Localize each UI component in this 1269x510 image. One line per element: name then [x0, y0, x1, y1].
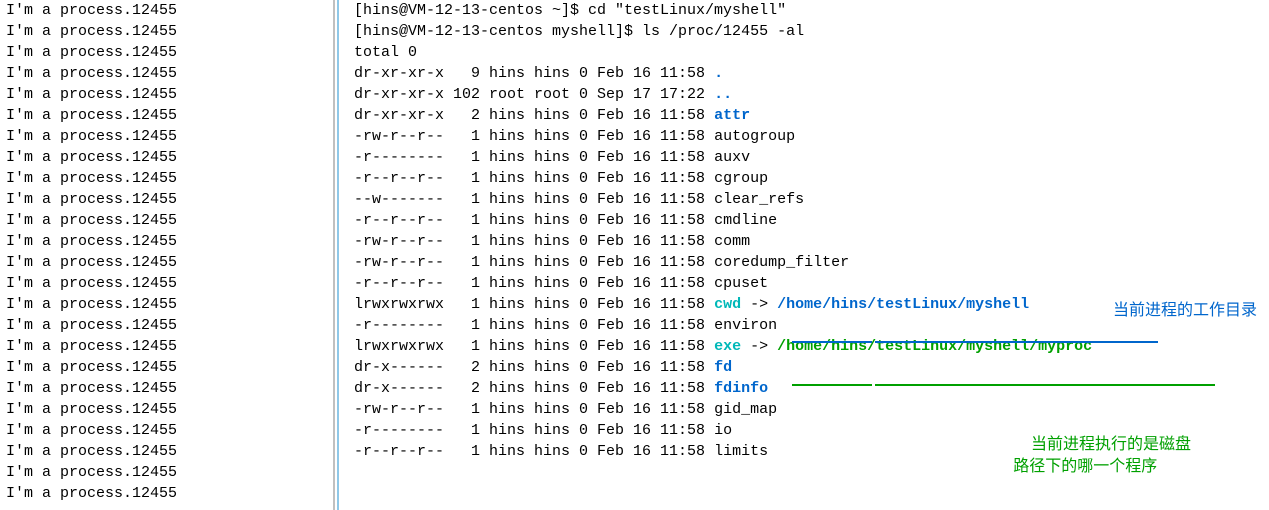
process-output-line: I'm a process.12455 — [6, 483, 322, 504]
ls-entry-line: dr-x------ 2 hins hins 0 Feb 16 11:58 fd… — [354, 378, 1269, 399]
annotation-exe: 当前进程执行的是磁盘路径下的哪一个程序 — [1013, 412, 1191, 500]
process-output-line: I'm a process.12455 — [6, 21, 322, 42]
underline-cwd-name — [792, 341, 872, 343]
process-output-line: I'm a process.12455 — [6, 462, 322, 483]
ls-entry-line: dr-xr-xr-x 2 hins hins 0 Feb 16 11:58 at… — [354, 105, 1269, 126]
process-output-line: I'm a process.12455 — [6, 231, 322, 252]
process-output-line: I'm a process.12455 — [6, 63, 322, 84]
process-output-line: I'm a process.12455 — [6, 357, 322, 378]
process-output-line: I'm a process.12455 — [6, 126, 322, 147]
right-terminal-pane[interactable]: [hins@VM-12-13-centos ~]$ cd "testLinux/… — [352, 0, 1269, 510]
process-output-line: I'm a process.12455 — [6, 273, 322, 294]
underline-exe-target — [875, 384, 1215, 386]
ls-entry-line: dr-xr-xr-x 102 root root 0 Sep 17 17:22 … — [354, 84, 1269, 105]
underline-cwd-target — [875, 341, 1158, 343]
process-output-line: I'm a process.12455 — [6, 105, 322, 126]
ls-entry-line: -r--r--r-- 1 hins hins 0 Feb 16 11:58 cp… — [354, 273, 1269, 294]
shell-command-line: [hins@VM-12-13-centos myshell]$ ls /proc… — [354, 21, 1269, 42]
ls-entry-line: -rw-r--r-- 1 hins hins 0 Feb 16 11:58 au… — [354, 126, 1269, 147]
process-output-line: I'm a process.12455 — [6, 399, 322, 420]
ls-entry-line: dr-xr-xr-x 9 hins hins 0 Feb 16 11:58 . — [354, 63, 1269, 84]
process-output-line: I'm a process.12455 — [6, 441, 322, 462]
ls-entry-line: -rw-r--r-- 1 hins hins 0 Feb 16 11:58 co… — [354, 252, 1269, 273]
process-output-line: I'm a process.12455 — [6, 42, 322, 63]
ls-entry-line: -r--r--r-- 1 hins hins 0 Feb 16 11:58 cg… — [354, 168, 1269, 189]
ls-entry-line: -r--r--r-- 1 hins hins 0 Feb 16 11:58 cm… — [354, 210, 1269, 231]
underline-exe-name — [792, 384, 872, 386]
ls-entry-line: --w------- 1 hins hins 0 Feb 16 11:58 cl… — [354, 189, 1269, 210]
left-terminal-pane[interactable]: I'm a process.12455I'm a process.12455I'… — [0, 0, 322, 510]
ls-entry-line: -rw-r--r-- 1 hins hins 0 Feb 16 11:58 co… — [354, 231, 1269, 252]
process-output-line: I'm a process.12455 — [6, 252, 322, 273]
process-output-line: I'm a process.12455 — [6, 168, 322, 189]
ls-total-line: total 0 — [354, 42, 1269, 63]
process-output-line: I'm a process.12455 — [6, 336, 322, 357]
shell-command-line: [hins@VM-12-13-centos ~]$ cd "testLinux/… — [354, 0, 1269, 21]
process-output-line: I'm a process.12455 — [6, 147, 322, 168]
process-output-line: I'm a process.12455 — [6, 84, 322, 105]
process-output-line: I'm a process.12455 — [6, 210, 322, 231]
process-output-line: I'm a process.12455 — [6, 420, 322, 441]
process-output-line: I'm a process.12455 — [6, 189, 322, 210]
process-output-line: I'm a process.12455 — [6, 294, 322, 315]
ls-entry-line: dr-x------ 2 hins hins 0 Feb 16 11:58 fd — [354, 357, 1269, 378]
ls-entry-line: -r-------- 1 hins hins 0 Feb 16 11:58 au… — [354, 147, 1269, 168]
process-output-line: I'm a process.12455 — [6, 378, 322, 399]
ls-entry-line: lrwxrwxrwx 1 hins hins 0 Feb 16 11:58 ex… — [354, 336, 1269, 357]
annotation-cwd: 当前进程的工作目录 — [1113, 300, 1257, 322]
process-output-line: I'm a process.12455 — [6, 315, 322, 336]
pane-separator[interactable] — [322, 0, 352, 510]
process-output-line: I'm a process.12455 — [6, 0, 322, 21]
